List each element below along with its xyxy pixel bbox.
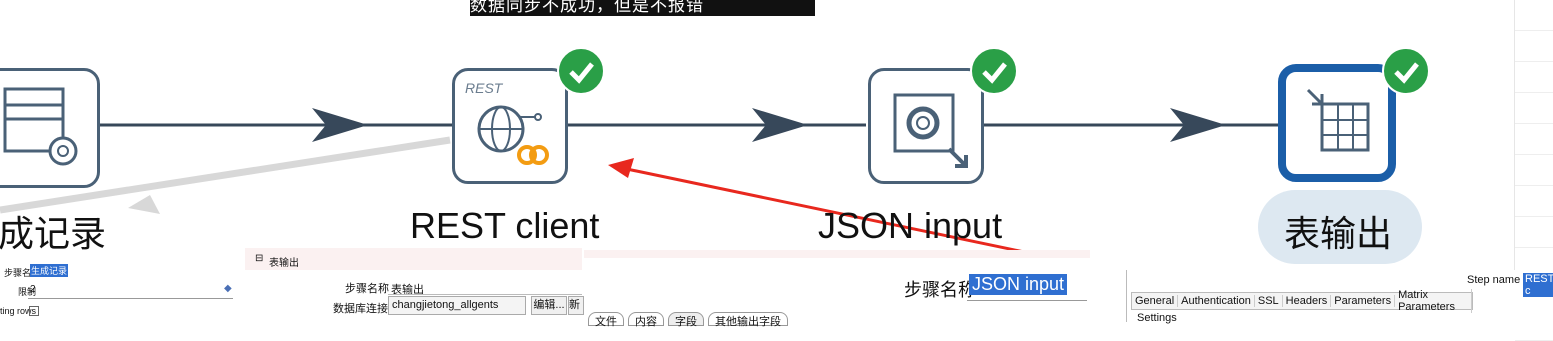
generate-rows-icon: [3, 87, 78, 166]
step-label-generate: 生成记录: [0, 213, 107, 254]
step-name-label: Step name: [1467, 274, 1521, 286]
settings-label: Settings: [1137, 312, 1177, 324]
connection-label: 数据库连接: [333, 303, 388, 315]
tab-bar: General Authentication SSL Headers Param…: [1131, 289, 1473, 313]
tab-general[interactable]: General: [1132, 295, 1179, 307]
tab-headers[interactable]: Headers: [1283, 295, 1332, 307]
success-check-icon: [557, 47, 605, 95]
step-rest-client[interactable]: REST: [452, 68, 568, 184]
step-json-input[interactable]: [868, 68, 984, 184]
tab-ssl[interactable]: SSL: [1255, 295, 1283, 307]
panel-json-input: 步骤名称 JSON input 文件 内容 字段 其他输出字段: [584, 250, 1090, 328]
annotation-arrowhead: [608, 158, 634, 178]
tab-parameters[interactable]: Parameters: [1331, 295, 1396, 307]
new-button[interactable]: 新: [568, 296, 584, 315]
tab-authentication[interactable]: Authentication: [1178, 295, 1255, 307]
rows-checkbox[interactable]: [29, 306, 39, 316]
panel-rest-client: Step name REST c General Authentication …: [1126, 270, 1553, 324]
step-table-output[interactable]: [1278, 64, 1396, 182]
tab-other-output-fields[interactable]: 其他输出字段: [708, 312, 788, 328]
success-check-icon: [970, 47, 1018, 95]
variable-icon[interactable]: ◆: [224, 283, 232, 294]
step-name-underline: [388, 294, 582, 295]
panel-generate-rows: 步骤名称 生成记录 限制 2 ◆ ting rows: [0, 262, 240, 322]
tab-file[interactable]: 文件: [588, 312, 624, 328]
step-name-field[interactable]: REST c: [1523, 273, 1553, 297]
success-check-icon: [1382, 47, 1430, 95]
panel-header: [584, 250, 1090, 258]
tab-fields[interactable]: 字段: [668, 312, 704, 328]
step-label-table-output: 表输出: [1284, 213, 1393, 254]
step-label-rest: REST client: [410, 205, 600, 246]
svg-text:REST: REST: [465, 80, 504, 96]
json-input-icon: [893, 93, 968, 168]
step-generate-rows[interactable]: [0, 68, 100, 188]
step-name-field[interactable]: JSON input: [969, 274, 1068, 295]
connection-select[interactable]: changjietong_allgents: [388, 296, 526, 315]
disabled-hop-arrowhead: [128, 195, 160, 214]
step-label-json: JSON input: [818, 205, 1003, 246]
step-name-label: 步骤名称: [904, 280, 976, 300]
step-name-value[interactable]: 生成记录: [30, 264, 69, 277]
tab-content[interactable]: 内容: [628, 312, 664, 328]
panel-title: 表输出: [269, 258, 299, 269]
edit-button[interactable]: 编辑...: [531, 296, 567, 315]
limit-field-underline: [28, 298, 233, 299]
panel-table-output: ⊟ 表输出 步骤名称 表输出 数据库连接 changjietong_allgen…: [245, 248, 584, 322]
limit-field[interactable]: 2: [30, 284, 36, 295]
collapse-icon[interactable]: ⊟: [255, 253, 263, 264]
rest-client-icon: REST: [465, 80, 549, 165]
step-name-underline: [967, 300, 1087, 301]
tab-matrix-parameters[interactable]: Matrix Parameters: [1395, 289, 1472, 313]
tab-bar: 文件 内容 字段 其他输出字段: [588, 312, 788, 328]
table-output-icon: [1306, 88, 1370, 152]
step-name-label: 步骤名称: [345, 283, 389, 295]
